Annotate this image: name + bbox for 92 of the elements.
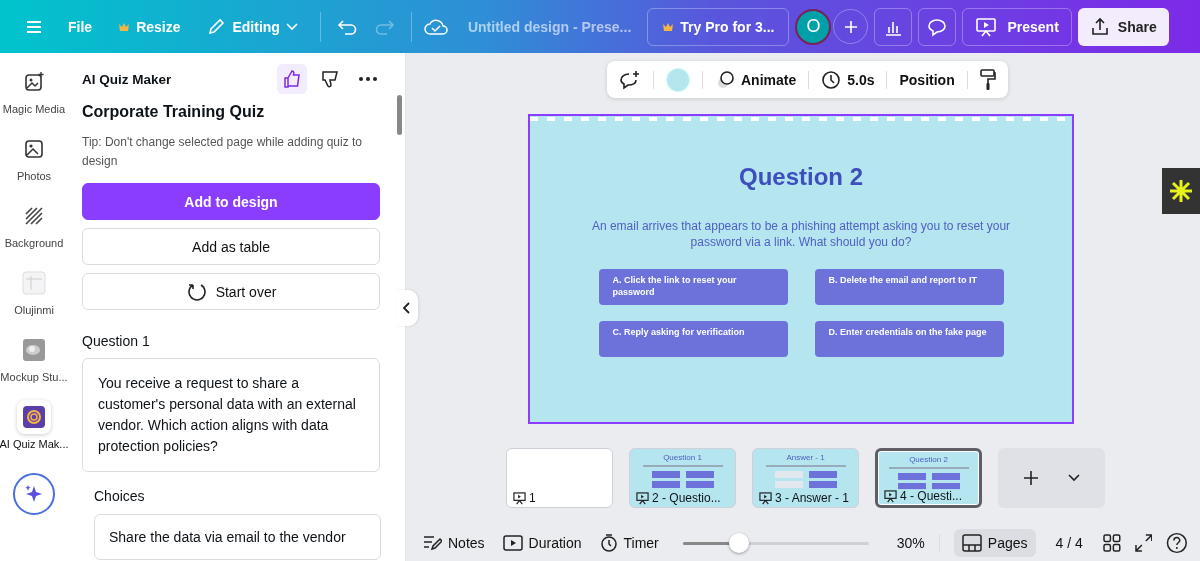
mockup-thumbnail-icon xyxy=(22,338,46,362)
presentation-icon xyxy=(636,491,649,505)
answer-option: D. Enter credentials on the fake page xyxy=(814,321,1004,358)
upload-icon xyxy=(1089,16,1110,37)
slide-title: Question 2 xyxy=(739,163,863,191)
question-label: Question 1 xyxy=(82,333,151,350)
speech-bubble-icon xyxy=(927,16,948,37)
thumbnail-title: Answer - 1 xyxy=(786,453,825,462)
sidebar-item[interactable]: Mockup Stu... xyxy=(0,333,68,400)
share-button[interactable]: Share xyxy=(1077,7,1169,46)
choice-field[interactable]: Share the data via email to the vendor xyxy=(94,514,381,561)
presentation-screen-icon xyxy=(975,16,998,37)
paint-roller-icon[interactable] xyxy=(979,68,996,91)
page-label: 2 - Questio... xyxy=(652,491,721,505)
notes-button[interactable]: Notes xyxy=(420,530,487,556)
page-count: 4 / 4 xyxy=(1055,535,1083,551)
fullscreen-icon[interactable] xyxy=(1134,534,1153,552)
analytics-button[interactable] xyxy=(874,7,913,46)
grid-view-icon[interactable] xyxy=(1102,534,1121,552)
stopwatch-icon xyxy=(599,533,618,553)
clock-icon xyxy=(821,69,842,90)
tip-text: Tip: Don't change selected page while adding quiz to design xyxy=(82,134,364,170)
pages-layout-icon xyxy=(961,534,982,552)
page-label: 1 xyxy=(529,491,536,505)
page-thumbnail[interactable]: Answer - 1 3 - Answer - 1 xyxy=(752,448,859,508)
thumbnail-title: Question 1 xyxy=(663,453,702,462)
answer-option: C. Reply asking for verification xyxy=(598,321,788,358)
present-button[interactable]: Present xyxy=(962,7,1072,46)
pencil-icon xyxy=(206,16,227,37)
asterisk-icon xyxy=(1169,179,1193,203)
thumbs-up-button[interactable] xyxy=(277,64,307,94)
crown-icon xyxy=(662,21,675,32)
add-to-design-button[interactable]: Add to design xyxy=(82,183,380,221)
slide[interactable] xyxy=(530,116,1072,422)
sidebar-item[interactable]: AI Quiz Mak... xyxy=(0,400,68,467)
thumbnail-title: Question 2 xyxy=(909,455,948,464)
help-icon[interactable] xyxy=(1166,532,1188,554)
duration-button[interactable]: Duration xyxy=(500,531,584,555)
question-text-field[interactable]: You receive a request to share a customer's personal data with an external vendor. Which action aligns with data protection policies? xyxy=(82,358,380,473)
presentation-icon xyxy=(884,489,897,503)
asterisk-widget[interactable] xyxy=(1162,168,1200,214)
restart-icon xyxy=(185,281,206,302)
play-icon xyxy=(502,535,523,551)
zoom-slider-thumb[interactable] xyxy=(728,532,749,553)
presentation-icon xyxy=(759,491,772,505)
pages-button[interactable]: Pages xyxy=(953,529,1036,557)
thumbs-down-icon xyxy=(320,69,340,89)
overlapping-circles-icon xyxy=(715,69,735,90)
sidebar-item[interactable]: Olujinmi xyxy=(0,266,68,333)
animate-button[interactable]: Animate xyxy=(715,69,797,90)
answer-option: A. Click the link to reset your password xyxy=(598,269,788,306)
sidebar-item[interactable]: Magic Media xyxy=(0,65,68,132)
collapse-panel-button[interactable] xyxy=(396,290,418,326)
page-thumbnail[interactable]: Question 1 2 - Questio... xyxy=(629,448,736,508)
image-icon xyxy=(23,138,45,160)
presentation-icon xyxy=(513,491,526,505)
position-button[interactable]: Position xyxy=(899,71,955,88)
chevron-down-icon xyxy=(285,22,298,31)
magic-assistant-button[interactable] xyxy=(13,473,55,515)
quiz-app-icon xyxy=(22,405,46,429)
question-text: An email arrives that appears to be a phishing attempt asking you to reset your password via a link. What should you do? xyxy=(591,219,1011,251)
timer-button[interactable]: Timer xyxy=(597,529,661,557)
page-label: 4 - Questi... xyxy=(900,489,963,503)
quiz-title: Corporate Training Quiz xyxy=(82,103,266,121)
comment-add-icon[interactable] xyxy=(619,69,641,90)
app-thumbnail-icon xyxy=(22,271,46,295)
color-swatch[interactable] xyxy=(666,67,690,92)
cloud-check-icon[interactable] xyxy=(423,17,448,36)
more-icon xyxy=(358,76,378,82)
undo-icon[interactable] xyxy=(336,18,359,35)
page-thumbnail[interactable]: Question 2 4 - Questi... xyxy=(875,448,982,508)
image-sparkle-icon xyxy=(23,71,45,93)
sidebar-item[interactable]: Photos xyxy=(0,132,68,199)
sidebar-item[interactable]: Background xyxy=(0,199,68,266)
page-thumbnail[interactable]: 1 xyxy=(506,448,613,508)
crown-icon xyxy=(118,21,131,32)
chevron-left-icon xyxy=(403,302,411,314)
try-pro-button[interactable]: Try Pro for 3... xyxy=(647,7,790,46)
chevron-down-icon xyxy=(1068,474,1081,482)
comment-button[interactable] xyxy=(918,7,957,46)
notes-icon xyxy=(422,534,442,552)
page-label: 3 - Answer - 1 xyxy=(775,491,850,505)
zoom-level: 30% xyxy=(896,535,925,551)
thumbs-up-icon xyxy=(282,69,302,89)
panel-title: AI Quiz Maker xyxy=(82,71,173,87)
choices-label: Choices xyxy=(94,488,146,505)
duration-button[interactable]: 5.0s xyxy=(821,69,875,90)
plus-icon xyxy=(843,19,858,34)
start-over-button[interactable]: Start over xyxy=(82,273,380,311)
plus-icon xyxy=(1022,470,1039,486)
answer-option: B. Delete the email and report to IT xyxy=(814,269,1004,306)
add-as-table-button[interactable]: Add as table xyxy=(82,228,380,266)
